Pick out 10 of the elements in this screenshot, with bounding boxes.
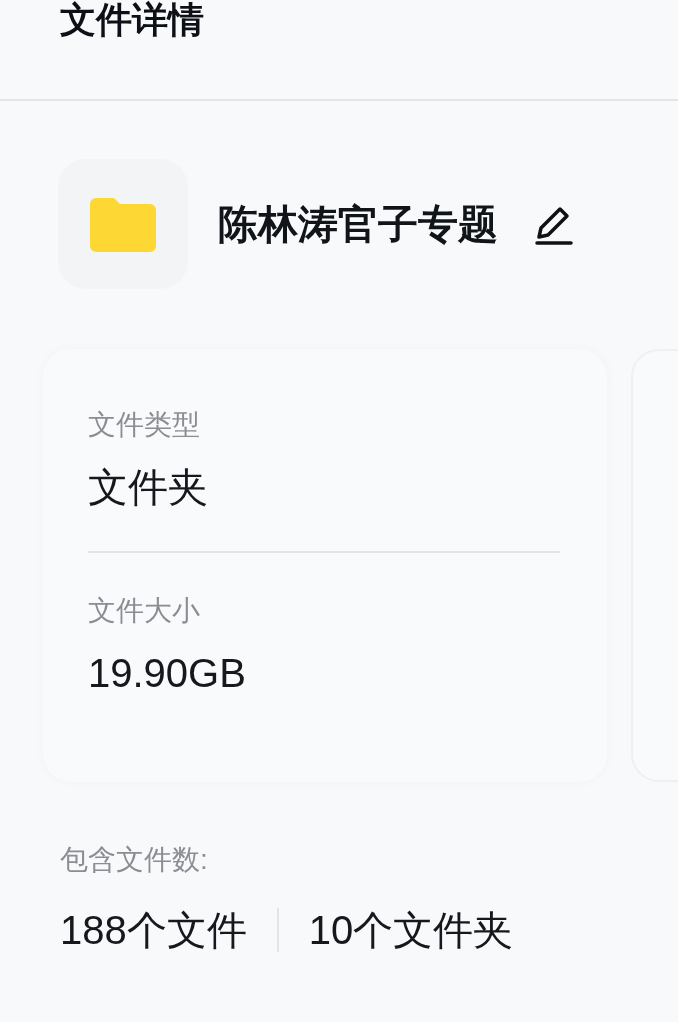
field-value: 19.90GB [88,650,247,697]
page-title: 文件详情 [60,0,204,40]
field-value: 文件夹 [88,464,209,511]
count-text: 10个文件夹 [308,907,514,954]
count-text: 188个文件 [60,907,247,954]
folder-name: 陈林涛官子专题 [218,201,498,248]
folder-icon [90,196,156,252]
field-label: 文件类型 [88,408,201,442]
field-label: 文件大小 [88,594,201,628]
contents-label: 包含文件数: [60,843,209,877]
